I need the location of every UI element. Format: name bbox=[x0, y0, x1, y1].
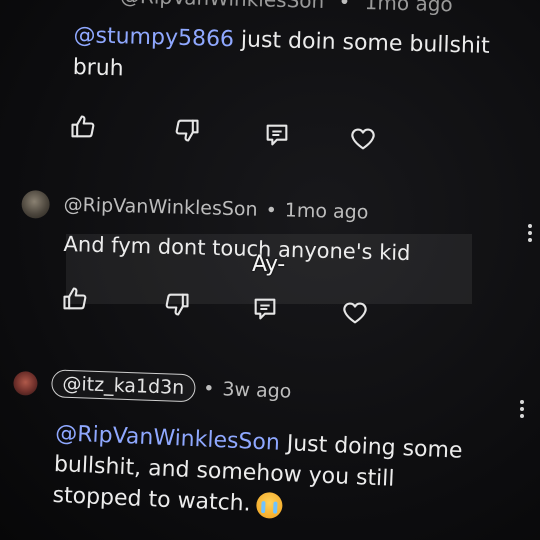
dislike-button[interactable] bbox=[170, 113, 204, 147]
comment-3-text-line3: stopped to watch. bbox=[52, 482, 252, 517]
comment-2-header: @RipVanWinklesSon • 1mo ago bbox=[21, 190, 369, 227]
comment-1-mention[interactable]: @stumpy5866 bbox=[73, 23, 234, 52]
reply-button[interactable] bbox=[248, 292, 282, 326]
comment-3-time: 3w ago bbox=[222, 378, 292, 403]
comment-1-username[interactable]: @RipVanWinklesSon bbox=[120, 0, 325, 13]
comment-3-more-button[interactable] bbox=[519, 400, 525, 418]
heart-button[interactable] bbox=[346, 122, 380, 156]
thumbs-down-icon bbox=[175, 119, 199, 142]
more-vertical-icon bbox=[520, 400, 524, 404]
dislike-button[interactable] bbox=[160, 287, 194, 321]
heart-icon bbox=[351, 128, 375, 150]
comment-2-time: 1mo ago bbox=[284, 199, 369, 224]
comment-1-text-line1: just doin some bullshit bbox=[233, 27, 490, 59]
like-button[interactable] bbox=[58, 282, 92, 316]
loudly-crying-face-emoji bbox=[256, 491, 284, 519]
comment-2-more-button[interactable] bbox=[527, 224, 533, 242]
comment-1-actions bbox=[66, 110, 396, 150]
reply-button[interactable] bbox=[260, 118, 294, 152]
comment-1-text: @stumpy5866 just doin some bullshit bruh bbox=[72, 20, 490, 95]
comment-1-header: @RipVanWinklesSon • 1mo ago bbox=[120, 0, 453, 16]
video-caption: Ay- bbox=[252, 252, 285, 277]
comment-3-text: @RipVanWinklesSon Just doing some bullsh… bbox=[52, 418, 463, 529]
comment-2-actions bbox=[58, 282, 388, 324]
reply-icon bbox=[254, 298, 276, 320]
comment-3-text-line1: Just doing some bbox=[279, 430, 464, 464]
comment-thread-screen: @RipVanWinklesSon • 1mo ago @stumpy5866 … bbox=[0, 0, 540, 540]
comment-3-username-chip[interactable]: @itz_ka1d3n bbox=[50, 369, 196, 403]
reply-icon bbox=[266, 124, 288, 146]
thumbs-up-icon bbox=[71, 115, 95, 138]
heart-button[interactable] bbox=[338, 296, 372, 330]
thumbs-down-icon bbox=[165, 293, 189, 316]
heart-icon bbox=[343, 302, 367, 324]
avatar[interactable] bbox=[13, 370, 38, 396]
like-button[interactable] bbox=[66, 110, 100, 144]
avatar[interactable] bbox=[21, 190, 50, 219]
comment-2-username[interactable]: @RipVanWinklesSon bbox=[63, 194, 258, 221]
more-vertical-icon bbox=[528, 224, 532, 228]
thumbs-up-icon bbox=[63, 287, 87, 310]
comment-3-header: @itz_ka1d3n • 3w ago bbox=[13, 368, 292, 406]
comment-1-time: 1mo ago bbox=[364, 0, 454, 17]
